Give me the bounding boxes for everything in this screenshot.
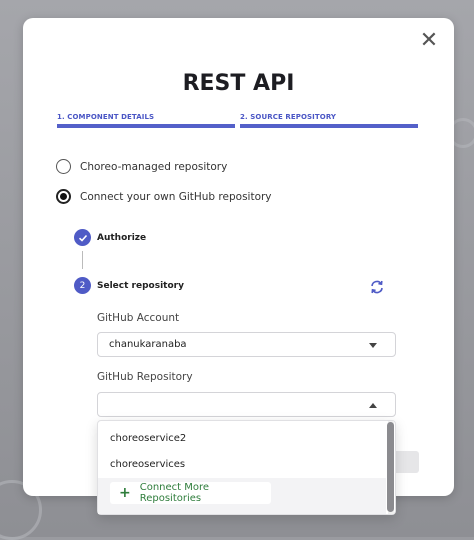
- close-icon[interactable]: ✕: [418, 30, 440, 53]
- chevron-up-icon: [369, 403, 377, 408]
- substep-number-badge: 2: [74, 277, 91, 294]
- chevron-down-icon: [369, 343, 377, 348]
- substep-authorize-label: Authorize: [97, 233, 147, 243]
- dropdown-scrollbar[interactable]: [386, 421, 396, 514]
- github-repository-label: GitHub Repository: [97, 371, 193, 383]
- radio-own-github[interactable]: Connect your own GitHub repository: [56, 189, 272, 204]
- radio-button[interactable]: [56, 189, 71, 204]
- step-label-source-repository: 2. SOURCE REPOSITORY: [240, 113, 337, 121]
- step-progress-bar-1: [57, 124, 235, 128]
- step-progress-bar-2: [240, 124, 418, 128]
- radio-button[interactable]: [56, 159, 71, 174]
- plus-icon: +: [119, 485, 131, 501]
- modal-title: REST API: [182, 71, 295, 96]
- substep-connector: [82, 251, 83, 269]
- connect-more-label: Connect More Repositories: [139, 482, 210, 504]
- github-account-select[interactable]: chanukaranaba: [97, 332, 396, 357]
- radio-choreo-managed[interactable]: Choreo-managed repository: [56, 159, 227, 174]
- dropdown-option-choreoservices[interactable]: choreoservices: [110, 459, 185, 470]
- radio-label: Connect your own GitHub repository: [80, 190, 272, 203]
- radio-dot: [60, 193, 67, 200]
- github-account-value: chanukaranaba: [109, 339, 187, 350]
- github-account-label: GitHub Account: [97, 312, 180, 324]
- dropdown-option-choreoservice2[interactable]: choreoservice2: [110, 433, 186, 444]
- radio-label: Choreo-managed repository: [80, 160, 228, 173]
- scrollbar-thumb[interactable]: [387, 422, 394, 512]
- step-label-component-details: 1. COMPONENT DETAILS: [57, 113, 155, 121]
- substep-select-repository-label: Select repository: [97, 281, 184, 291]
- refresh-icon[interactable]: [368, 278, 386, 296]
- github-repository-select[interactable]: [97, 392, 396, 417]
- connect-more-repositories-button[interactable]: + Connect More Repositories: [110, 482, 271, 504]
- check-icon: [74, 229, 91, 246]
